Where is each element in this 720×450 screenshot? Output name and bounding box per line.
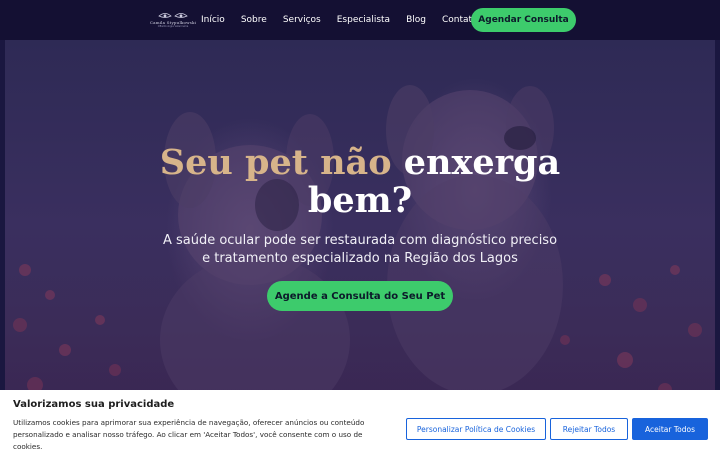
nav-link-especialista[interactable]: Especialista <box>337 14 390 26</box>
customize-cookies-button[interactable]: Personalizar Política de Cookies <box>406 418 546 440</box>
nav-link-blog[interactable]: Blog <box>406 14 426 26</box>
eyes-icon <box>158 13 188 18</box>
hero-title-part-2: bem? <box>307 180 413 221</box>
nav-link-inicio[interactable]: Início <box>201 14 225 26</box>
cookie-consent-banner: Valorizamos sua privacidade Utilizamos c… <box>0 390 720 450</box>
main-menu: Início Sobre Serviços Especialista Blog … <box>201 14 494 26</box>
reject-all-button[interactable]: Rejeitar Todos <box>550 418 628 440</box>
accept-all-button[interactable]: Aceitar Todos <box>632 418 708 440</box>
nav-link-servicos[interactable]: Serviços <box>283 14 321 26</box>
nav-link-sobre[interactable]: Sobre <box>241 14 267 26</box>
schedule-appointment-button[interactable]: Agendar Consulta <box>471 8 576 32</box>
brand-logo[interactable]: Camila Stypulkowski Oftalmologia Veterin… <box>150 11 196 29</box>
hero-schedule-button[interactable]: Agende a Consulta do Seu Pet <box>267 281 453 311</box>
hero-subtitle: A saúde ocular pode ser restaurada com d… <box>162 233 558 266</box>
cookie-banner-title: Valorizamos sua privacidade <box>13 399 175 410</box>
hero-title-part-1: enxerga <box>403 142 561 183</box>
cookie-banner-text: Utilizamos cookies para aprimorar sua ex… <box>13 418 365 450</box>
logo-subtext: Oftalmologia Veterinária <box>157 25 189 28</box>
hero-title-accent: Seu pet não <box>159 142 392 183</box>
hero-section: Seu pet não enxerga bem? A saúde ocular … <box>5 40 715 450</box>
top-navigation: Camila Stypulkowski Oftalmologia Veterin… <box>0 0 720 40</box>
hero-title: Seu pet não enxerga bem? <box>5 144 715 220</box>
